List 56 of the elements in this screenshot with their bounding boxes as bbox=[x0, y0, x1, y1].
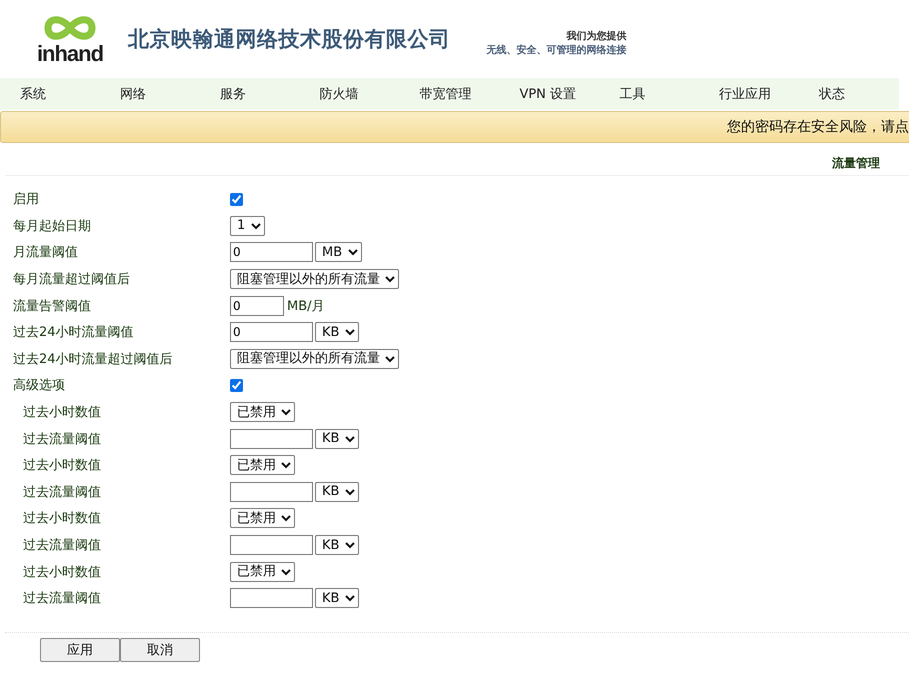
field-label: 过去流量阈值 bbox=[22, 430, 102, 448]
field-label: 过去小时数值 bbox=[22, 404, 102, 422]
field-label: 每月起始日期 bbox=[12, 218, 92, 235]
nav-menu-item[interactable]: 带宽管理 bbox=[400, 85, 500, 103]
unit-dropdown[interactable]: KB bbox=[315, 482, 359, 502]
nav-menu-item[interactable]: 状态 bbox=[799, 85, 900, 103]
unit-dropdown[interactable]: KB bbox=[315, 588, 359, 608]
input-field[interactable] bbox=[230, 428, 313, 449]
dropdown[interactable]: 阻塞管理以外的所有流量 bbox=[230, 269, 399, 290]
field-label: 过去小时数值 bbox=[22, 564, 102, 581]
unit-dropdown[interactable]: KB bbox=[315, 322, 359, 342]
warning-text: 您的密码存在安全风险，请点 bbox=[727, 118, 909, 136]
input-field[interactable] bbox=[230, 482, 313, 502]
field-label: 过去24小时流量阈值 bbox=[12, 324, 135, 342]
form-button[interactable]: 应用 bbox=[40, 638, 120, 662]
field-label: 过去流量阈值 bbox=[22, 537, 102, 554]
input-field[interactable]: 0 bbox=[230, 242, 313, 262]
dropdown[interactable]: 1 bbox=[230, 216, 265, 236]
field-label: 月流量阈值 bbox=[12, 244, 79, 262]
field-label: 过去小时数值 bbox=[22, 457, 102, 474]
field-label: 流量告警阈值 bbox=[12, 298, 92, 315]
dropdown[interactable]: 已禁用 bbox=[230, 508, 295, 528]
logo-text: inhand bbox=[36, 43, 104, 65]
dropdown[interactable]: 已禁用 bbox=[230, 402, 295, 422]
input-field[interactable] bbox=[230, 535, 313, 556]
nav-menu-item[interactable]: VPN 设置 bbox=[499, 85, 600, 103]
unit-dropdown[interactable]: KB bbox=[315, 535, 359, 556]
nav-menu-item[interactable]: 服务 bbox=[200, 85, 300, 103]
dropdown[interactable]: 已禁用 bbox=[230, 562, 295, 582]
field-label: 启用 bbox=[12, 191, 40, 208]
nav-menu-item[interactable]: 行业应用 bbox=[699, 85, 800, 103]
tagline-text: 无线、安全、可管理的网络连接 bbox=[486, 43, 626, 57]
unit-dropdown[interactable]: MB bbox=[315, 242, 362, 262]
dropdown[interactable]: 阻塞管理以外的所有流量 bbox=[230, 348, 399, 369]
unit-dropdown[interactable]: KB bbox=[315, 428, 359, 449]
field-label: 过去24小时流量超过阈值后 bbox=[12, 350, 174, 368]
company-name: 北京映翰通网络技术股份有限公司 bbox=[128, 26, 450, 53]
nav-menu-item[interactable]: 工具 bbox=[599, 85, 700, 103]
nav-menu-item[interactable]: 系统 bbox=[0, 85, 100, 103]
field-label: 过去流量阈值 bbox=[22, 484, 102, 501]
nav-menu-item[interactable]: 防火墙 bbox=[300, 85, 400, 103]
page-title: 流量管理 bbox=[832, 154, 880, 172]
checkbox[interactable] bbox=[230, 192, 243, 206]
form-button[interactable]: 取消 bbox=[120, 638, 200, 662]
nav-menu-item[interactable]: 网络 bbox=[100, 85, 200, 103]
tagline-text: 我们为您提供 bbox=[566, 30, 626, 43]
unit-text: MB/月 bbox=[287, 298, 325, 315]
input-field[interactable]: 0 bbox=[230, 296, 284, 316]
field-label: 每月流量超过阈值后 bbox=[12, 271, 131, 288]
input-field[interactable] bbox=[230, 588, 313, 608]
field-label: 过去小时数值 bbox=[22, 510, 102, 528]
input-field[interactable]: 0 bbox=[230, 322, 313, 342]
checkbox[interactable] bbox=[230, 378, 243, 392]
dropdown[interactable]: 已禁用 bbox=[230, 455, 295, 476]
field-label: 高级选项 bbox=[12, 377, 66, 394]
field-label: 过去流量阈值 bbox=[22, 590, 102, 608]
